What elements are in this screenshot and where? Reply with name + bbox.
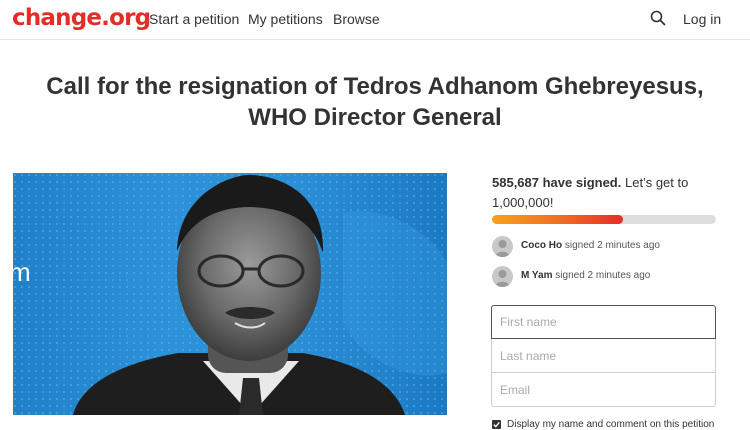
display-name-label: Display my name and comment on this peti… (507, 419, 715, 430)
signer-action: signed 2 minutes ago (564, 240, 660, 251)
petition-title: Call for the resignation of Tedros Adhan… (46, 73, 704, 131)
nav-start-petition[interactable]: Start a petition (149, 11, 239, 27)
check-icon (493, 421, 500, 428)
hero-overlay-text: m (13, 257, 31, 287)
display-name-checkbox[interactable] (492, 420, 501, 429)
signed-count-text: 585,687 have signed. (492, 175, 622, 190)
signer-activity: M Yam signed 2 minutes ago (521, 270, 650, 281)
sign-petition-form (491, 305, 716, 407)
change-org-logo[interactable]: change.org (12, 5, 151, 31)
user-avatar-icon (492, 266, 513, 287)
top-navigation-bar: change.org Start a petition My petitions… (0, 0, 750, 40)
signature-count: 585,687 have signed. Let’s get to 1,000,… (492, 173, 722, 213)
progress-bar-fill (492, 215, 624, 224)
nav-my-petitions[interactable]: My petitions (248, 11, 323, 27)
signer-name: M Yam (521, 270, 553, 281)
last-name-field[interactable] (491, 339, 716, 373)
login-link[interactable]: Log in (683, 11, 721, 27)
petition-hero-image: m (13, 173, 447, 415)
first-name-field[interactable] (491, 305, 716, 339)
recent-signer: Coco Ho signed 2 minutes ago (492, 236, 732, 258)
recent-signer: M Yam signed 2 minutes ago (492, 266, 732, 288)
email-field[interactable] (491, 373, 716, 407)
user-avatar-icon (492, 236, 513, 257)
signer-name: Coco Ho (521, 240, 563, 251)
signer-action: signed 2 minutes ago (555, 270, 651, 281)
signature-progress-bar (492, 215, 716, 224)
nav-browse[interactable]: Browse (333, 11, 380, 27)
search-icon[interactable] (650, 10, 666, 26)
signer-activity: Coco Ho signed 2 minutes ago (521, 240, 660, 251)
